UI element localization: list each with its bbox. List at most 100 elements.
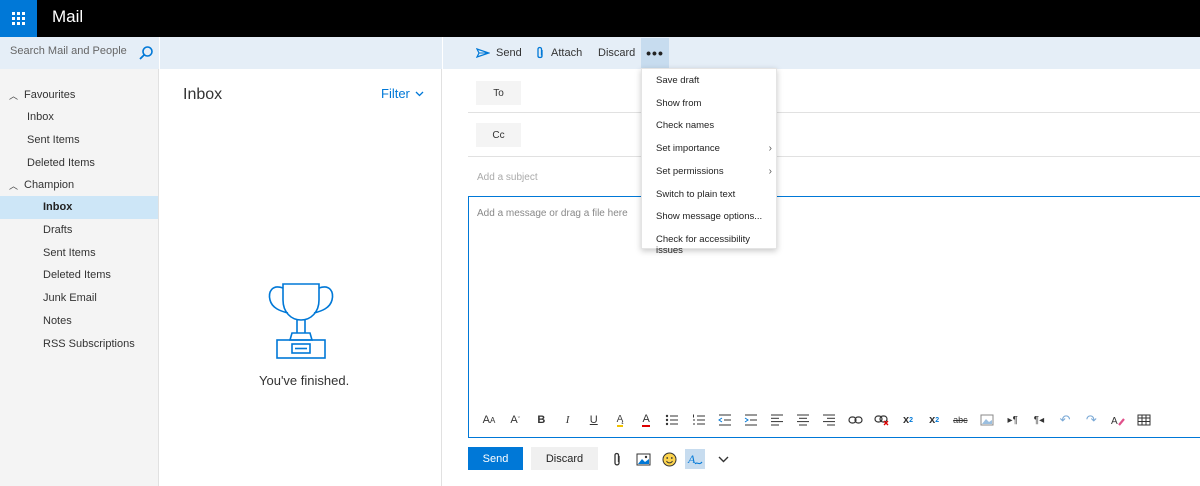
menu-item-label: Save draft (656, 75, 700, 86)
menu-item-label: Set permissions (656, 165, 724, 177)
increase-indent-icon[interactable] (740, 410, 762, 430)
send-icon (476, 48, 490, 58)
send-label: Send (496, 47, 522, 59)
font-color-icon[interactable]: A (635, 410, 657, 430)
remove-link-icon[interactable] (871, 410, 893, 430)
insert-link-icon[interactable] (845, 410, 867, 430)
nav-group-label: Favourites (24, 89, 76, 101)
send-toolbar-button[interactable]: Send (476, 37, 522, 69)
ltr-icon[interactable]: ▸¶ (1002, 410, 1024, 430)
font-size-icon[interactable]: AA (478, 410, 500, 430)
discard-label: Discard (598, 47, 636, 59)
menu-item-set-importance[interactable]: Set importance › (656, 143, 772, 154)
discard-toolbar-button[interactable]: Discard (598, 37, 635, 69)
folder-list: ︿ Favourites Inbox Sent Items Deleted It… (0, 84, 158, 355)
menu-item-show-from[interactable]: Show from (656, 98, 772, 109)
svg-text:A: A (687, 452, 696, 466)
sidebar-item-drafts[interactable]: Drafts (0, 219, 158, 242)
chevron-right-icon: › (768, 143, 772, 155)
menu-item-check-accessibility[interactable]: Check for accessibility issues (656, 234, 772, 256)
align-center-icon[interactable] (792, 410, 814, 430)
app-launcher-button[interactable] (0, 0, 37, 37)
menu-item-check-names[interactable]: Check names (656, 120, 772, 131)
menu-item-label: Set importance (656, 143, 720, 155)
chevron-down-icon[interactable] (713, 449, 733, 469)
emoji-icon[interactable] (659, 449, 679, 469)
italic-icon[interactable]: I (557, 410, 579, 430)
trophy-icon (268, 283, 334, 359)
insert-image-icon[interactable] (976, 410, 998, 430)
menu-item-label: Show from (656, 97, 702, 109)
chevron-down-icon (415, 91, 424, 96)
bold-icon[interactable]: B (530, 410, 552, 430)
formatting-toolbar: AA Aˇ B I U Ą A x2 x2 abc ▸¶ ¶◂ ↶ ↷ A (478, 410, 1159, 430)
subscript-icon[interactable]: x2 (923, 410, 945, 430)
svg-text:A: A (1111, 416, 1118, 426)
menu-item-switch-to-plain-text[interactable]: Switch to plain text (656, 189, 772, 200)
chevron-right-icon: › (768, 165, 772, 177)
insert-table-icon[interactable] (1133, 410, 1155, 430)
sidebar-item-favourite-sent-items[interactable]: Sent Items (0, 129, 158, 152)
sidebar-item-sent-items[interactable]: Sent Items (0, 241, 158, 264)
sidebar-item-deleted-items[interactable]: Deleted Items (0, 264, 158, 287)
bullets-icon[interactable] (661, 410, 683, 430)
format-toggle-icon[interactable]: A (685, 449, 705, 469)
attach-file-icon[interactable] (607, 449, 627, 469)
menu-item-label: Check for accessibility issues (656, 233, 750, 256)
search-input[interactable] (10, 45, 130, 57)
rtl-icon[interactable]: ¶◂ (1028, 410, 1050, 430)
top-bar: Mail (0, 0, 1200, 37)
message-body-editor[interactable] (468, 196, 1200, 438)
search-box (0, 37, 159, 69)
chevron-up-icon: ︿ (9, 90, 19, 101)
strikethrough-icon[interactable]: abc (949, 410, 971, 430)
menu-item-show-message-options[interactable]: Show message options... (656, 211, 772, 222)
empty-state-message: You've finished. (259, 373, 350, 388)
sidebar-item-favourite-inbox[interactable]: Inbox (0, 106, 158, 129)
to-button[interactable]: To (476, 81, 521, 105)
nav-group-favourites[interactable]: ︿ Favourites (0, 84, 158, 106)
menu-item-set-permissions[interactable]: Set permissions › (656, 166, 772, 177)
more-options-menu: Save draft Show from Check names Set imp… (641, 68, 777, 256)
chevron-up-icon: ︿ (9, 180, 19, 191)
menu-item-label: Switch to plain text (656, 188, 736, 200)
attach-label: Attach (551, 47, 583, 59)
undo-icon[interactable]: ↶ (1054, 410, 1076, 430)
list-title: Inbox (183, 86, 223, 103)
message-list-header-bar (160, 37, 442, 69)
superscript-icon[interactable]: x2 (897, 410, 919, 430)
highlight-icon[interactable]: Ą (609, 410, 631, 430)
align-left-icon[interactable] (766, 410, 788, 430)
search-icon[interactable] (138, 45, 154, 61)
decrease-indent-icon[interactable] (714, 410, 736, 430)
sidebar-item-rss-subscriptions[interactable]: RSS Subscriptions (0, 332, 158, 355)
message-list-pane (160, 37, 442, 486)
waffle-icon (12, 12, 25, 25)
filter-button[interactable]: Filter (381, 86, 424, 101)
clear-format-icon[interactable]: A (1107, 410, 1129, 430)
discard-button[interactable]: Discard (531, 447, 598, 470)
filter-label: Filter (381, 86, 410, 101)
sidebar-item-favourite-deleted-items[interactable]: Deleted Items (0, 151, 158, 174)
cc-button[interactable]: Cc (476, 123, 521, 147)
send-button[interactable]: Send (468, 447, 523, 470)
sidebar-item-junk-email[interactable]: Junk Email (0, 287, 158, 310)
align-right-icon[interactable] (818, 410, 840, 430)
shrink-font-icon[interactable]: Aˇ (504, 410, 526, 430)
app-title[interactable]: Mail (52, 7, 83, 27)
menu-item-label: Show message options... (656, 211, 763, 223)
more-options-button[interactable]: ••• (641, 38, 669, 68)
nav-group-account[interactable]: ︿ Champion (0, 174, 158, 196)
sidebar-item-inbox[interactable]: Inbox (0, 196, 158, 219)
paperclip-icon (537, 46, 543, 59)
attach-toolbar-button[interactable]: Attach (535, 37, 582, 69)
to-field-divider (468, 112, 1200, 113)
sidebar-item-notes[interactable]: Notes (0, 310, 158, 333)
body-placeholder: Add a message or drag a file here (477, 208, 628, 219)
redo-icon[interactable]: ↷ (1080, 410, 1102, 430)
menu-item-save-draft[interactable]: Save draft (656, 75, 772, 86)
subject-input[interactable]: Add a subject (477, 172, 538, 183)
underline-icon[interactable]: U (583, 410, 605, 430)
numbering-icon[interactable] (688, 410, 710, 430)
insert-picture-icon[interactable] (633, 449, 653, 469)
